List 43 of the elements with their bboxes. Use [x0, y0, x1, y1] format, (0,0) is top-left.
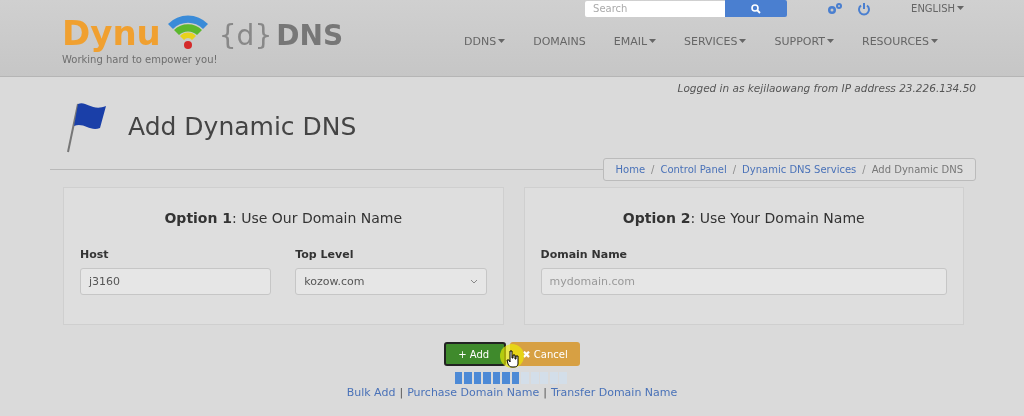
nav-item[interactable]: DDNS	[464, 35, 506, 48]
login-info: Logged in as kejilaowang from IP address 23.226.134.50	[676, 81, 977, 94]
breadcrumb-separator: /	[732, 164, 737, 175]
breadcrumb-link[interactable]: Dynamic DNS Services	[742, 164, 857, 175]
breadcrumb-link[interactable]: Home	[615, 164, 646, 175]
nav-item[interactable]: SUPPORT	[774, 35, 834, 48]
language-menu[interactable]: ENGLISH	[911, 3, 964, 14]
link-separator: |	[399, 386, 404, 399]
page-title: Add Dynamic DNS	[128, 111, 357, 141]
breadcrumb-link[interactable]: Control Panel	[660, 164, 727, 175]
search-icon	[751, 3, 762, 14]
nav-item[interactable]: SERVICES	[684, 35, 747, 48]
nav-item[interactable]: DOMAINS	[533, 35, 586, 48]
power-icon[interactable]	[857, 1, 872, 16]
add-button[interactable]: + Add	[444, 342, 507, 366]
field-label: Top Level	[295, 248, 355, 261]
breadcrumb-current: Add Dynamic DNS	[871, 164, 963, 175]
nav-item[interactable]: RESOURCES	[862, 35, 938, 48]
hand-cursor-icon	[506, 350, 520, 368]
link[interactable]: Bulk Add	[346, 386, 396, 399]
select-field[interactable]: kozow.com	[295, 268, 487, 295]
field-label: Domain Name	[540, 248, 629, 261]
breadcrumb-separator: /	[862, 164, 866, 175]
settings-icon[interactable]	[827, 1, 844, 16]
input-field[interactable]: mydomain.com	[540, 268, 947, 295]
search-button[interactable]	[725, 0, 788, 17]
cancel-button[interactable]: ✖ Cancel	[510, 342, 580, 366]
link-separator: |	[543, 386, 547, 399]
logo-brace: {d}	[218, 22, 273, 50]
search-field[interactable]: Search	[585, 0, 726, 17]
option-title: Option 2: Use Your Domain Name	[621, 210, 866, 226]
link[interactable]: Purchase Domain Name	[407, 386, 540, 399]
caret-icon	[957, 6, 964, 10]
chevron-icon	[469, 279, 478, 284]
nav-item[interactable]: EMAIL	[613, 35, 657, 48]
option-title: Option 1: Use Our Domain Name	[163, 210, 404, 226]
breadcrumb-separator: /	[651, 164, 655, 175]
input-field[interactable]: j3160	[80, 268, 272, 295]
logo-product: DNS	[276, 22, 344, 50]
field-label: Host	[80, 248, 110, 261]
tagline: Working hard to empower you!	[62, 54, 219, 65]
link[interactable]: Transfer Domain Name	[550, 386, 678, 399]
logo-word: Dynu	[62, 16, 161, 50]
